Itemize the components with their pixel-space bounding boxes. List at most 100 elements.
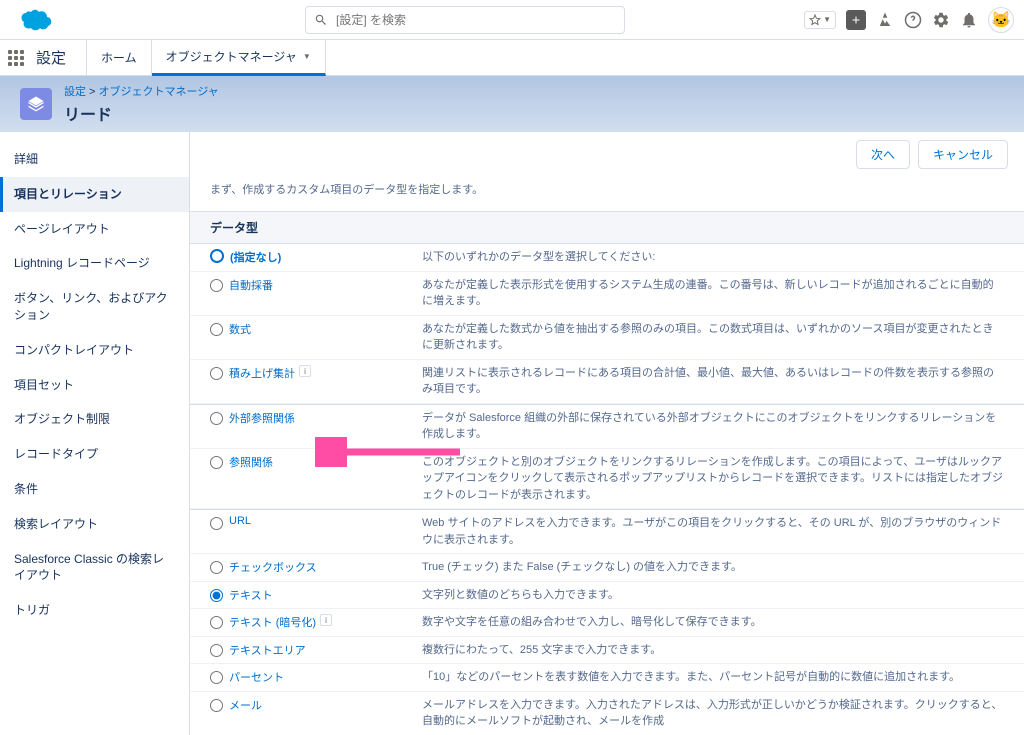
type-label[interactable]: テキスト (暗号化) (229, 614, 316, 630)
app-launcher-icon[interactable] (8, 50, 24, 66)
type-row: 外部参照関係 データが Salesforce 組織の外部に保存されている外部オブジ… (190, 404, 1024, 449)
type-radio[interactable] (210, 323, 223, 336)
global-header: ▼ 🐱 (0, 0, 1024, 40)
info-icon[interactable]: i (299, 365, 311, 377)
breadcrumb-setup[interactable]: 設定 (64, 86, 86, 98)
page-header-text: 設定 > オブジェクトマネージャ リード (64, 83, 219, 125)
sidebar-item[interactable]: コンパクトレイアウト (0, 333, 189, 368)
type-desc: True (チェック) また False (チェックなし) の値を入力できます。 (422, 554, 1024, 581)
type-label[interactable]: 積み上げ集計 (229, 365, 295, 381)
type-desc: 文字列と数値のどちらも入力できます。 (422, 582, 1024, 609)
add-button[interactable] (846, 10, 866, 30)
nav-row: 設定 ホーム オブジェクトマネージャ ▼ (0, 40, 1024, 76)
type-radio[interactable] (210, 412, 223, 425)
type-radio[interactable] (210, 367, 223, 380)
type-row: URL Web サイトのアドレスを入力できます。ユーザがこの項目をクリックすると、… (190, 509, 1024, 554)
layers-icon (27, 95, 45, 113)
type-label[interactable]: テキスト (229, 587, 273, 603)
breadcrumb: 設定 > オブジェクトマネージャ (64, 83, 219, 99)
user-avatar[interactable]: 🐱 (988, 7, 1014, 33)
sidebar-item[interactable]: 検索レイアウト (0, 507, 189, 542)
type-desc: あなたが定義した数式から値を抽出する参照のみの項目。この数式項目は、いずれかのソ… (422, 316, 1024, 359)
type-desc: データが Salesforce 組織の外部に保存されている外部オブジェクトにこの… (422, 405, 1024, 448)
sidebar-item[interactable]: Lightning レコードページ (0, 246, 189, 281)
type-row: パーセント 「10」などのパーセントを表す数値を入力できます。また、パーセント記号… (190, 664, 1024, 692)
gear-icon[interactable] (932, 11, 950, 29)
type-radio[interactable] (210, 517, 223, 530)
type-label[interactable]: URL (229, 515, 251, 527)
sidebar-item[interactable]: ページレイアウト (0, 212, 189, 247)
plus-icon (850, 14, 862, 26)
breadcrumb-object-manager[interactable]: オブジェクトマネージャ (99, 86, 219, 98)
sidebar-item[interactable]: 詳細 (0, 142, 189, 177)
tab-home[interactable]: ホーム (86, 40, 152, 76)
sidebar-item[interactable]: 項目セット (0, 368, 189, 403)
sidebar-item[interactable]: オブジェクト制限 (0, 402, 189, 437)
tab-label: オブジェクトマネージャ (166, 48, 297, 65)
type-radio[interactable] (210, 644, 223, 657)
type-row: 数式 あなたが定義した数式から値を抽出する参照のみの項目。この数式項目は、いずれか… (190, 316, 1024, 360)
none-radio[interactable] (210, 249, 224, 263)
search-icon (314, 13, 328, 27)
sidebar-item[interactable]: 条件 (0, 472, 189, 507)
type-label[interactable]: パーセント (229, 669, 284, 685)
global-search[interactable] (305, 6, 625, 34)
type-row: チェックボックス True (チェック) また False (チェックなし) の値… (190, 554, 1024, 582)
header-actions: ▼ 🐱 (804, 7, 1014, 33)
tab-object-manager[interactable]: オブジェクトマネージャ ▼ (152, 40, 326, 76)
type-label[interactable]: 自動採番 (229, 277, 273, 293)
page-title: リード (64, 101, 219, 125)
type-desc: 複数行にわたって、255 文字まで入力できます。 (422, 637, 1024, 664)
sidebar-item[interactable]: Salesforce Classic の検索レイアウト (0, 542, 189, 594)
type-desc: Web サイトのアドレスを入力できます。ユーザがこの項目をクリックすると、その … (422, 510, 1024, 553)
type-radio[interactable] (210, 699, 223, 712)
sidebar-item[interactable]: ボタン、リンク、およびアクション (0, 281, 189, 333)
sidebar-item[interactable]: トリガ (0, 593, 189, 628)
type-desc: あなたが定義した表示形式を使用するシステム生成の連番。この番号は、新しいレコード… (422, 272, 1024, 315)
help-icon[interactable] (904, 11, 922, 29)
info-icon[interactable]: i (320, 614, 332, 626)
type-label[interactable]: テキストエリア (229, 642, 306, 658)
type-label[interactable]: チェックボックス (229, 559, 317, 575)
trail-icon[interactable] (876, 11, 894, 29)
none-desc: 以下のいずれかのデータ型を選択してください: (422, 244, 1024, 271)
none-row: (指定なし) 以下のいずれかのデータ型を選択してください: (190, 244, 1024, 272)
type-radio[interactable] (210, 671, 223, 684)
sidebar: 詳細項目とリレーションページレイアウトLightning レコードページボタン、… (0, 132, 190, 735)
type-desc: このオブジェクトと別のオブジェクトをリンクするリレーションを作成します。この項目… (422, 449, 1024, 509)
action-row: 次へ キャンセル (190, 132, 1024, 177)
type-label[interactable]: メール (229, 697, 262, 713)
type-desc: 「10」などのパーセントを表す数値を入力できます。また、パーセント記号が自動的に… (422, 664, 1024, 691)
type-radio[interactable] (210, 616, 223, 629)
tab-label: ホーム (101, 49, 137, 66)
type-row: 自動採番 あなたが定義した表示形式を使用するシステム生成の連番。この番号は、新しい… (190, 272, 1024, 316)
next-button[interactable]: 次へ (856, 140, 910, 169)
salesforce-logo (15, 6, 55, 34)
type-radio[interactable] (210, 589, 223, 602)
type-radio[interactable] (210, 456, 223, 469)
intro-text: まず、作成するカスタム項目のデータ型を指定します。 (190, 177, 1024, 211)
type-desc: メールアドレスを入力できます。入力されたアドレスは、入力形式が正しいかどうか検証… (422, 692, 1024, 735)
type-label[interactable]: 数式 (229, 321, 251, 337)
type-label[interactable]: 外部参照関係 (229, 410, 295, 426)
section-header: データ型 (190, 211, 1024, 244)
type-desc: 数字や文字を任意の組み合わせで入力し、暗号化して保存できます。 (422, 609, 1024, 636)
cancel-button[interactable]: キャンセル (918, 140, 1008, 169)
favorites-button[interactable]: ▼ (804, 11, 836, 29)
setup-label: 設定 (36, 47, 66, 68)
content: 次へ キャンセル まず、作成するカスタム項目のデータ型を指定します。 データ型 … (190, 132, 1024, 735)
type-row: テキストエリア 複数行にわたって、255 文字まで入力できます。 (190, 637, 1024, 665)
sidebar-item[interactable]: レコードタイプ (0, 437, 189, 472)
type-radio[interactable] (210, 561, 223, 574)
type-radio[interactable] (210, 279, 223, 292)
bell-icon[interactable] (960, 11, 978, 29)
main-layout: 詳細項目とリレーションページレイアウトLightning レコードページボタン、… (0, 132, 1024, 735)
star-icon (809, 14, 821, 26)
search-input[interactable] (336, 13, 616, 27)
sidebar-item[interactable]: 項目とリレーション (0, 177, 189, 212)
type-row: 積み上げ集計i関連リストに表示されるレコードにある項目の合計値、最小値、最大値、… (190, 360, 1024, 404)
none-label[interactable]: (指定なし) (230, 249, 281, 265)
type-row: テキスト (暗号化) i 数字や文字を任意の組み合わせで入力し、暗号化して保存できま… (190, 609, 1024, 637)
object-icon (20, 88, 52, 120)
type-label[interactable]: 参照関係 (229, 454, 273, 470)
